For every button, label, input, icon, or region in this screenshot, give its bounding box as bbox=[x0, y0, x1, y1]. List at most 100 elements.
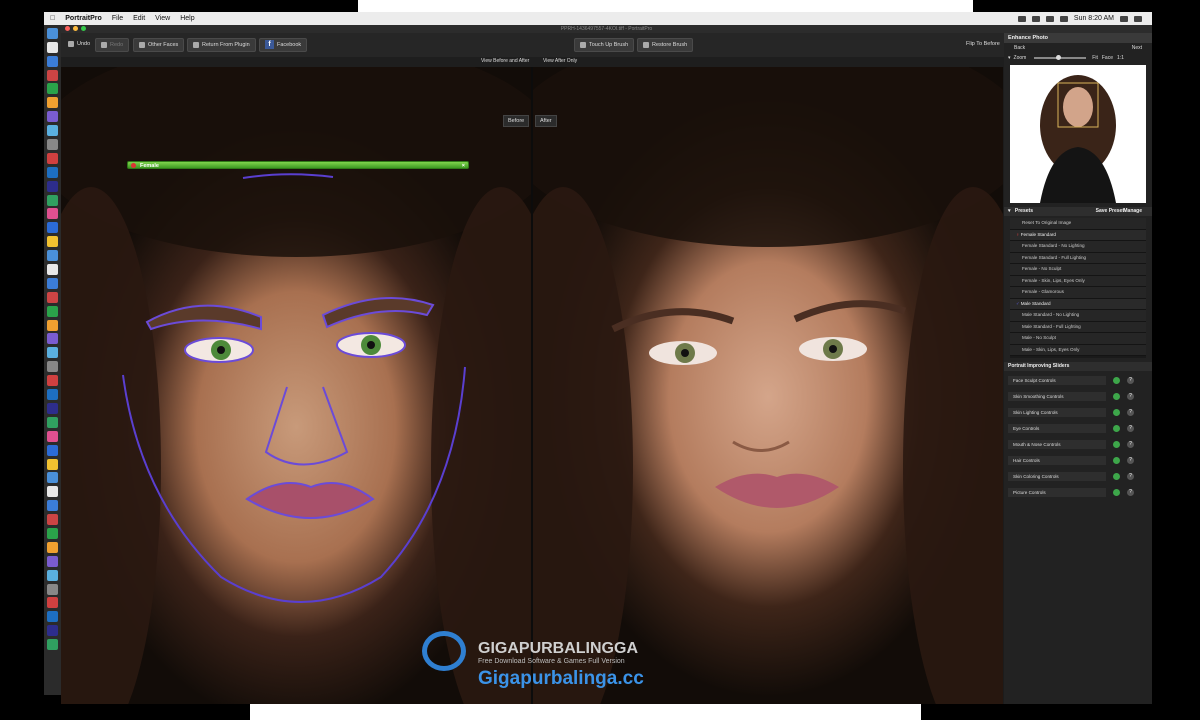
enabled-icon[interactable] bbox=[1113, 393, 1120, 400]
minimize-window-icon[interactable] bbox=[73, 26, 78, 31]
dock-app-icon[interactable] bbox=[47, 569, 58, 581]
control-row[interactable]: Skin Lighting Controls? bbox=[1008, 406, 1148, 419]
control-row[interactable]: Eye Controls? bbox=[1008, 422, 1148, 435]
control-row[interactable]: Face Sculpt Controls? bbox=[1008, 374, 1148, 387]
clock[interactable]: Sun 8:20 AM bbox=[1074, 15, 1114, 22]
manage-button[interactable]: Manage bbox=[1123, 207, 1142, 216]
dock-app-icon[interactable] bbox=[47, 41, 58, 53]
status-icon[interactable] bbox=[1017, 15, 1026, 22]
help-icon[interactable]: ? bbox=[1127, 457, 1134, 464]
restore-brush-button[interactable]: Restore Brush bbox=[637, 38, 694, 52]
wifi-icon[interactable] bbox=[1045, 15, 1054, 22]
control-label[interactable]: Face Sculpt Controls bbox=[1008, 376, 1106, 385]
touch-up-brush-button[interactable]: Touch Up Brush bbox=[574, 38, 635, 52]
return-plugin-button[interactable]: Return From Plugin bbox=[187, 38, 256, 52]
dock-app-icon[interactable] bbox=[47, 139, 58, 151]
enabled-icon[interactable] bbox=[1113, 457, 1120, 464]
dock-app-icon[interactable] bbox=[47, 402, 58, 414]
help-icon[interactable]: ? bbox=[1127, 425, 1134, 432]
control-label[interactable]: Mouth & Nose Controls bbox=[1008, 440, 1106, 449]
back-button[interactable]: Back bbox=[1014, 45, 1025, 51]
preset-item[interactable]: Male - Skin, Lips, Eyes Only bbox=[1010, 344, 1146, 356]
menu-app[interactable]: PortraitPro bbox=[65, 15, 102, 22]
control-label[interactable]: Hair Controls bbox=[1008, 456, 1106, 465]
zoom-face-button[interactable]: Face bbox=[1102, 55, 1113, 61]
control-row[interactable]: Mouth & Nose Controls? bbox=[1008, 438, 1148, 451]
facebook-button[interactable]: f Facebook bbox=[259, 38, 308, 52]
dock-app-icon[interactable] bbox=[47, 277, 58, 289]
dock-app-icon[interactable] bbox=[47, 361, 58, 373]
help-icon[interactable]: ? bbox=[1127, 393, 1134, 400]
next-button[interactable]: Next bbox=[1132, 45, 1142, 51]
redo-button[interactable]: Redo bbox=[95, 38, 130, 52]
preset-group-male[interactable]: ♂ Male Standard bbox=[1010, 298, 1146, 310]
enabled-icon[interactable] bbox=[1113, 473, 1120, 480]
menu-view[interactable]: View bbox=[155, 15, 170, 22]
dock-app-icon[interactable] bbox=[47, 83, 58, 95]
navigator-thumbnail[interactable] bbox=[1010, 65, 1146, 203]
dock-app-icon[interactable] bbox=[47, 555, 58, 567]
help-icon[interactable]: ? bbox=[1127, 409, 1134, 416]
control-row[interactable]: Skin Coloring Controls? bbox=[1008, 470, 1148, 483]
other-faces-button[interactable]: Other Faces bbox=[133, 38, 185, 52]
sliders-header[interactable]: Portrait Improving Sliders bbox=[1004, 362, 1152, 371]
control-row[interactable]: Hair Controls? bbox=[1008, 454, 1148, 467]
control-row[interactable]: Picture Controls? bbox=[1008, 486, 1148, 499]
dock-app-icon[interactable] bbox=[47, 430, 58, 442]
enabled-icon[interactable] bbox=[1113, 409, 1120, 416]
dock-app-icon[interactable] bbox=[47, 333, 58, 345]
dock-app-icon[interactable] bbox=[47, 486, 58, 498]
enabled-icon[interactable] bbox=[1113, 377, 1120, 384]
dock-app-icon[interactable] bbox=[47, 222, 58, 234]
enabled-icon[interactable] bbox=[1113, 441, 1120, 448]
preset-item[interactable]: Female - Skin, Lips, Eyes Only bbox=[1010, 275, 1146, 287]
control-label[interactable]: Skin Smoothing Controls bbox=[1008, 392, 1106, 401]
zoom-fit-button[interactable]: Fit bbox=[1092, 55, 1098, 61]
dock-app-icon[interactable] bbox=[47, 444, 58, 456]
preset-item[interactable]: Female Standard - Full Lighting bbox=[1010, 252, 1146, 264]
dock-app-icon[interactable] bbox=[47, 250, 58, 262]
dock-app-icon[interactable] bbox=[47, 625, 58, 637]
dock-app-icon[interactable] bbox=[47, 208, 58, 220]
enabled-icon[interactable] bbox=[1113, 425, 1120, 432]
zoom-1to1-button[interactable]: 1:1 bbox=[1117, 55, 1124, 61]
status-icon[interactable] bbox=[1031, 15, 1040, 22]
dock-app-icon[interactable] bbox=[47, 611, 58, 623]
dock-app-icon[interactable] bbox=[47, 319, 58, 331]
preset-item[interactable]: Male Standard - Full Lighting bbox=[1010, 321, 1146, 333]
dock-app-icon[interactable] bbox=[47, 527, 58, 539]
menu-file[interactable]: File bbox=[112, 15, 123, 22]
after-photo[interactable]: After bbox=[533, 67, 1003, 704]
control-label[interactable]: Skin Lighting Controls bbox=[1008, 408, 1106, 417]
dock-app-icon[interactable] bbox=[47, 305, 58, 317]
control-row[interactable]: Skin Smoothing Controls? bbox=[1008, 390, 1148, 403]
help-icon[interactable]: ? bbox=[1127, 377, 1134, 384]
presets-header[interactable]: ▾ Presets Save Preset Manage bbox=[1004, 207, 1152, 216]
control-label[interactable]: Skin Coloring Controls bbox=[1008, 472, 1106, 481]
zoom-slider[interactable] bbox=[1034, 55, 1087, 60]
dock-app-icon[interactable] bbox=[47, 152, 58, 164]
help-icon[interactable]: ? bbox=[1127, 473, 1134, 480]
help-icon[interactable]: ? bbox=[1127, 489, 1134, 496]
menu-edit[interactable]: Edit bbox=[133, 15, 145, 22]
dock-app-icon[interactable] bbox=[47, 27, 58, 39]
presets-list[interactable]: Reset To Original Image ♀ Female Standar… bbox=[1010, 218, 1146, 358]
apple-icon[interactable]:  bbox=[50, 15, 55, 22]
menu-help[interactable]: Help bbox=[180, 15, 194, 22]
dock-app-icon[interactable] bbox=[47, 69, 58, 81]
chevron-down-icon[interactable]: ▾ bbox=[1008, 55, 1011, 61]
dock-app-icon[interactable] bbox=[47, 639, 58, 651]
dock-app-icon[interactable] bbox=[47, 389, 58, 401]
dock-app-icon[interactable] bbox=[47, 291, 58, 303]
dock-app-icon[interactable] bbox=[47, 180, 58, 192]
undo-button[interactable]: Undo bbox=[63, 38, 95, 50]
dock-app-icon[interactable] bbox=[47, 55, 58, 67]
view-before-after-link[interactable]: View Before and After bbox=[481, 58, 529, 64]
flip-before-button[interactable]: Flip To Before bbox=[961, 38, 1005, 50]
dock-app-icon[interactable] bbox=[47, 97, 58, 109]
face-tag-bar[interactable]: Female × bbox=[127, 161, 469, 169]
preset-item[interactable]: Male Standard - No Lighting bbox=[1010, 310, 1146, 322]
close-window-icon[interactable] bbox=[65, 26, 70, 31]
preset-group-female[interactable]: ♀ Female Standard bbox=[1010, 229, 1146, 241]
dock-app-icon[interactable] bbox=[47, 125, 58, 137]
